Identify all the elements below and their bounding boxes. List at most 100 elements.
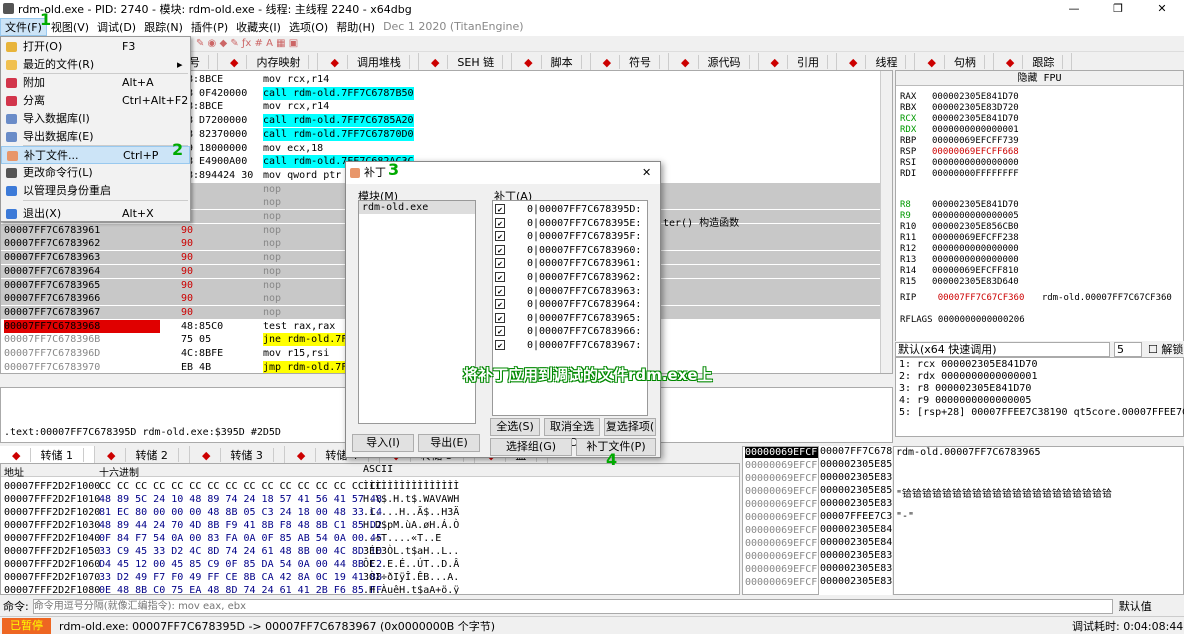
arg-count[interactable]: 5 (1114, 341, 1142, 357)
tab-dump-2[interactable]: ◆ 转储 2 (95, 446, 190, 463)
patch-checkbox[interactable]: ✔ (495, 285, 505, 296)
register-row[interactable]: R9 0000000000000005 (900, 211, 1019, 222)
menu-trace[interactable]: 跟踪(N) (140, 19, 187, 35)
file-menu-item[interactable]: 附加 Alt+A (1, 74, 190, 92)
file-menu-item[interactable]: 导出数据库(E) (1, 128, 190, 146)
dialog-close-icon[interactable]: ✕ (642, 162, 651, 184)
file-menu-item[interactable]: 分离 Ctrl+Alt+F2 (1, 92, 190, 110)
register-row[interactable]: R13 0000000000000000 (900, 255, 1019, 266)
stack-value[interactable]: 000002305E856 (820, 485, 892, 496)
select-all-button[interactable]: 全选(S) (490, 418, 540, 436)
patch-checkbox[interactable]: ✔ (495, 231, 505, 242)
tab-dump-3[interactable]: ◆ 转储 3 (190, 446, 285, 463)
stack-address[interactable]: 00000069EFCFF (745, 551, 823, 562)
stack-value[interactable]: 00007FF7C6783 (820, 446, 892, 457)
patch-checkbox[interactable]: ✔ (495, 204, 505, 214)
file-menu-item[interactable]: 补丁文件... Ctrl+P (1, 146, 190, 164)
patch-checkbox[interactable]: ✔ (495, 244, 505, 255)
tab-trace[interactable]: ◆ 跟踪 (994, 53, 1073, 70)
stack-address[interactable]: 00000069EFCFF (745, 460, 823, 471)
tab-seh[interactable]: ◆ SEH 链 (419, 53, 513, 70)
argument-row[interactable]: 5: [rsp+28] 00007FFEE7C38190 qt5core.000… (899, 407, 1184, 418)
register-row[interactable]: RBP 00000069EFCFF739 (900, 136, 1019, 147)
menu-debug[interactable]: 调试(D) (93, 19, 140, 35)
dump-view[interactable]: 地址 十六进制 ASCII 00007FFF2D2F1000 CC CC CC C… (0, 463, 740, 595)
tab-references[interactable]: ◆ 引用 (759, 53, 837, 70)
patch-checkbox[interactable]: ✔ (495, 272, 505, 282)
rip-register[interactable]: RIP 00007FF7C67CF360 rdm-old.00007FF7C67… (900, 293, 1172, 304)
export-button[interactable]: 导出(E) (418, 434, 480, 452)
stack-value[interactable]: 000002305E856 (820, 459, 892, 470)
file-menu-item[interactable]: 以管理员身份重启 (1, 182, 190, 200)
file-menu-item[interactable]: 打开(O) F3 (1, 38, 190, 56)
select-group-button[interactable]: 选择组(G) (490, 438, 572, 456)
register-row[interactable]: R12 0000000000000000 (900, 244, 1019, 255)
arguments-pane[interactable]: 1: rcx 000002305E841D70 2: rdx 0000000000… (895, 357, 1184, 437)
file-menu-item[interactable]: 导入数据库(I) (1, 110, 190, 128)
stack-address[interactable]: 00000069EFCFF (745, 538, 823, 549)
stack-values[interactable]: 00007FF7C6783 000002305E856 000002305E83D 0… (818, 446, 892, 595)
registers-pane[interactable]: 隐藏 FPU RAX 000002305E841D70 RBX 000002305E8… (895, 70, 1184, 342)
register-row[interactable]: RDI 00000000FFFFFFFF (900, 169, 1019, 180)
stack-address[interactable]: 00000069EFCFF (745, 564, 823, 575)
tab-source[interactable]: ◆ 源代码 (669, 53, 759, 70)
stack-address[interactable]: 00000069EFCFF (745, 499, 823, 510)
stack-address[interactable]: 00000069EFCFF (745, 525, 823, 536)
register-row[interactable]: RBX 000002305E83D720 (900, 103, 1019, 114)
modules-list[interactable]: rdm-old.exe (358, 200, 476, 424)
stack-value[interactable]: 000002305E83D (820, 563, 892, 574)
maximize-icon[interactable]: ❐ (1096, 0, 1140, 17)
toolbar-icons[interactable]: ✎ ◉ ◆ ✎ ƒx # A ▦ ▣ (196, 38, 298, 49)
file-menu-item[interactable]: 最近的文件(R) ▸ (1, 56, 190, 74)
stack-value[interactable]: 000002305E83D (820, 550, 892, 561)
register-row[interactable]: RCX 000002305E841D70 (900, 114, 1019, 125)
tab-handles[interactable]: ◆ 句柄 (915, 53, 994, 70)
stack-value[interactable]: 000002305E841 (820, 524, 892, 535)
stack-value[interactable]: 000002305E841 (820, 537, 892, 548)
patch-checkbox[interactable]: ✔ (495, 340, 505, 350)
menu-help[interactable]: 帮助(H) (332, 19, 379, 35)
stack-value[interactable]: 000002305E83D (820, 576, 892, 587)
hide-fpu-button[interactable]: 隐藏 FPU (896, 71, 1183, 86)
restore-selection-button[interactable]: 复选择项( (604, 418, 656, 436)
default-select[interactable]: 默认值 (1119, 598, 1152, 614)
stack-value[interactable]: 000002305E83D (820, 498, 892, 509)
rflags-register[interactable]: RFLAGS 0000000000000206 (900, 315, 1025, 326)
menu-plugins[interactable]: 插件(P) (187, 19, 232, 35)
tab-dump-1[interactable]: ◆ 转储 1 (0, 446, 95, 463)
argument-row[interactable]: 2: rdx 0000000000000001 (899, 371, 1037, 382)
patch-checkbox[interactable]: ✔ (495, 312, 505, 323)
module-item[interactable]: rdm-old.exe (359, 201, 475, 214)
tab-call-stack[interactable]: ◆ 调用堆栈 (318, 53, 419, 70)
register-row[interactable]: RDX 0000000000000001 (900, 125, 1019, 136)
deselect-all-button[interactable]: 取消全选(D (544, 418, 600, 449)
tab-threads[interactable]: ◆ 线程 (837, 53, 916, 70)
command-input[interactable] (32, 598, 1113, 614)
stack-value[interactable]: 000002305E83D (820, 472, 892, 483)
patch-checkbox[interactable]: ✔ (495, 299, 505, 310)
argument-row[interactable]: 3: r8 000002305E841D70 (899, 383, 1031, 394)
register-row[interactable]: RSI 0000000000000000 (900, 158, 1019, 169)
minimize-icon[interactable]: — (1052, 0, 1096, 17)
file-menu-item[interactable]: 更改命令行(L) (1, 164, 190, 182)
tab-symbols-2[interactable]: ◆ 符号 (591, 53, 670, 70)
import-button[interactable]: 导入(I) (352, 434, 414, 452)
register-row[interactable]: R8 000002305E841D70 (900, 200, 1019, 211)
patch-checkbox[interactable]: ✔ (495, 326, 505, 337)
stack-address[interactable]: 00000069EFCFF (745, 512, 823, 523)
stack-address[interactable]: 00000069EFCFF (745, 447, 824, 458)
unlock-checkbox[interactable]: ☐ 解锁 (1148, 341, 1183, 357)
menu-favourites[interactable]: 收藏夹(I) (232, 19, 285, 35)
stack-comments[interactable]: rdm-old.00007FF7C6783965 "铪铪铪铪铪铪铪铪铪铪铪铪铪铪铪… (893, 446, 1184, 595)
menu-options[interactable]: 选项(O) (285, 19, 332, 35)
register-row[interactable]: RAX 000002305E841D70 (900, 92, 1019, 103)
register-row[interactable]: R11 00000069EFCFF238 (900, 233, 1019, 244)
cpu-scrollbar[interactable] (880, 71, 892, 373)
register-row[interactable]: RSP 00000069EFCFF668 (900, 147, 1019, 158)
argument-row[interactable]: 1: rcx 000002305E841D70 (899, 359, 1037, 370)
register-row[interactable]: R15 000002305E83D640 (900, 277, 1019, 288)
stack-value[interactable]: 00007FFEE7C3E (820, 511, 892, 522)
patch-checkbox[interactable]: ✔ (495, 258, 505, 269)
stack-address[interactable]: 00000069EFCFF (745, 577, 823, 588)
calling-convention-select[interactable]: 默认(x64 快速调用) (895, 341, 1110, 357)
